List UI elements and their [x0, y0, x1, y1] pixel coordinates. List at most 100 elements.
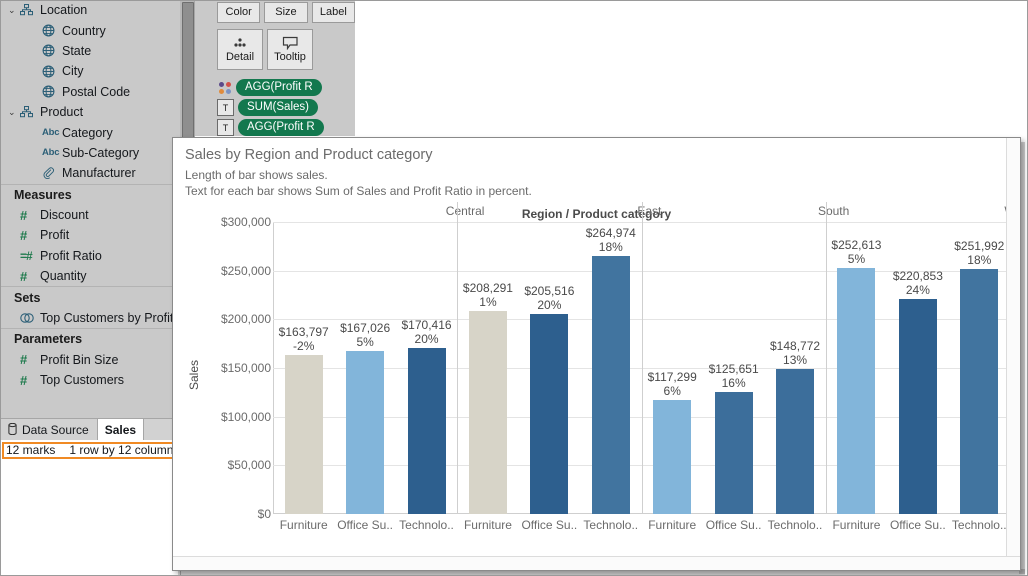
viz-subtitle-1: Length of bar shows sales. — [185, 168, 328, 182]
bar-label-sales: $125,651 — [708, 361, 759, 376]
pill-agg-profit-ratio-color[interactable]: AGG(Profit R — [236, 79, 322, 96]
tab-data-source-label: Data Source — [22, 423, 89, 437]
marks-card[interactable]: Color Size Label Detail Tooltip AGG(Prof… — [195, 0, 355, 136]
x-axis-category-label[interactable]: Furniture — [642, 518, 703, 532]
marks-size-button[interactable]: Size — [264, 2, 308, 23]
x-axis-category-label[interactable]: Technolo.. — [764, 518, 825, 532]
bar-label: $220,853 24% — [887, 269, 948, 297]
marks-detail-button[interactable]: Detail — [217, 29, 263, 70]
data-pane-item-discount[interactable]: # Discount — [0, 205, 180, 225]
data-pane-item-quantity[interactable]: # Quantity — [0, 266, 180, 286]
marks-tooltip-button[interactable]: Tooltip — [267, 29, 313, 70]
data-pane-item-sub-category[interactable]: Abc Sub-Category — [0, 143, 180, 163]
bar[interactable] — [653, 399, 692, 514]
marks-detail-label: Detail — [225, 51, 255, 63]
x-axis-category-label[interactable]: Furniture — [457, 518, 518, 532]
globe-icon — [42, 85, 62, 98]
data-pane-item-top-customers[interactable]: # Top Customers — [0, 370, 180, 390]
marks-button-row-1[interactable]: Color Size Label — [195, 0, 355, 23]
bar-label: $148,772 13% — [764, 339, 825, 367]
data-pane[interactable]: ⌄ Location Country State City Postal Code ⌄ Pro… — [0, 0, 181, 418]
worksheet-tab-bar[interactable]: Data Source Sales — [0, 418, 180, 442]
y-axis-tick-label: $300,000 — [220, 215, 271, 229]
marks-pill-text-1[interactable]: T SUM(Sales) — [195, 96, 355, 116]
data-pane-item-label: Profit — [40, 228, 70, 243]
bar[interactable] — [776, 369, 815, 514]
x-axis-category-label[interactable]: Furniture — [826, 518, 887, 532]
status-bar: 12 marks 1 row by 12 columns — [0, 440, 180, 460]
viz-title: Sales by Region and Product category — [185, 147, 433, 163]
x-axis-category-label[interactable]: Office Su.. — [887, 518, 948, 532]
globe-icon — [42, 65, 62, 78]
plot-area: CentralEastSouthWest $163,797-2% Furnitur… — [273, 202, 1020, 532]
bar[interactable] — [837, 268, 876, 514]
marks-label-label: Label — [319, 6, 347, 18]
abc-icon: Abc — [42, 127, 60, 139]
bar[interactable] — [284, 354, 323, 514]
data-pane-item-profit-ratio[interactable]: =# Profit Ratio — [0, 246, 180, 266]
group-divider — [457, 202, 459, 514]
group-header-south[interactable]: South — [742, 202, 926, 221]
pill-agg-profit-ratio-text[interactable]: AGG(Profit R — [238, 119, 324, 136]
bar[interactable] — [407, 348, 446, 514]
tab-data-source[interactable]: Data Source — [0, 419, 98, 441]
chevron-down-icon[interactable]: ⌄ — [8, 5, 20, 16]
number-icon: # — [20, 372, 28, 388]
x-axis-category-label[interactable]: Office Su.. — [334, 518, 395, 532]
bar-label: $264,974 18% — [580, 226, 641, 254]
x-axis-category-label[interactable]: Furniture — [273, 518, 334, 532]
viz-horizontal-scrollbar[interactable] — [173, 556, 1020, 570]
x-axis-category-label[interactable]: Technolo.. — [949, 518, 1010, 532]
x-axis-category-label[interactable]: Technolo.. — [580, 518, 641, 532]
data-pane-item-product[interactable]: ⌄ Product — [0, 102, 180, 122]
data-pane-item-city[interactable]: City — [0, 61, 180, 81]
data-pane-item-top-customers-by-profit[interactable]: Top Customers by Profit — [0, 308, 180, 328]
data-pane-item-location[interactable]: ⌄ Location — [0, 0, 180, 20]
bar-label: $163,797 -2% — [273, 325, 334, 353]
data-pane-item-category[interactable]: Abc Category — [0, 122, 180, 142]
y-axis-tick-label: $150,000 — [220, 361, 271, 375]
viz-vertical-scrollbar[interactable] — [1006, 138, 1020, 557]
left-lower-blank — [0, 460, 181, 576]
bar[interactable] — [714, 391, 753, 514]
bar-label-profit-ratio: 18% — [598, 240, 623, 255]
chevron-down-icon[interactable]: ⌄ — [8, 107, 20, 118]
marks-pill-text-2[interactable]: T AGG(Profit R — [195, 116, 355, 136]
tab-sheet-sales[interactable]: Sales — [97, 419, 145, 441]
marks-color-button[interactable]: Color — [217, 2, 261, 23]
data-pane-item-country[interactable]: Country — [0, 20, 180, 40]
bar[interactable] — [591, 256, 630, 514]
data-pane-tree[interactable]: ⌄ Location Country State City Postal Code ⌄ Pro… — [0, 0, 180, 184]
x-axis-category-label[interactable]: Office Su.. — [519, 518, 580, 532]
data-pane-item-profit[interactable]: # Profit — [0, 225, 180, 245]
pill-sum-sales[interactable]: SUM(Sales) — [238, 99, 318, 116]
group-header-central[interactable]: Central — [373, 202, 557, 221]
set-icon — [20, 312, 40, 324]
group-header-east[interactable]: East — [557, 202, 741, 221]
bar-label-profit-ratio: 6% — [663, 383, 681, 398]
hierarchy-icon — [20, 106, 40, 118]
marks-pill-color[interactable]: AGG(Profit R — [195, 76, 355, 96]
bar-label-profit-ratio: 24% — [905, 283, 930, 298]
data-pane-item-manufacturer[interactable]: Manufacturer — [0, 163, 180, 183]
x-axis-category-label[interactable]: Office Su.. — [703, 518, 764, 532]
hierarchy-icon — [20, 4, 40, 16]
bar-label: $170,416 20% — [396, 318, 457, 346]
bar[interactable] — [468, 311, 507, 514]
data-pane-item-label: Country — [62, 23, 106, 38]
marks-label-button[interactable]: Label — [311, 2, 355, 23]
data-pane-sections[interactable]: Measures # Discount # Profit =# Profit Ratio # Q… — [0, 183, 180, 391]
data-pane-item-state[interactable]: State — [0, 41, 180, 61]
bar[interactable] — [346, 351, 385, 514]
bar[interactable] — [530, 313, 569, 514]
paperclip-icon — [42, 167, 62, 180]
x-axis-category-label[interactable]: Technolo.. — [396, 518, 457, 532]
data-pane-item-profit-bin-size[interactable]: # Profit Bin Size — [0, 350, 180, 370]
marks-button-row-2[interactable]: Detail Tooltip — [195, 27, 355, 70]
data-pane-item-postal-code[interactable]: Postal Code — [0, 82, 180, 102]
bar[interactable] — [960, 268, 999, 514]
text-icon: T — [217, 99, 234, 116]
bar-label: $205,516 20% — [519, 284, 580, 312]
bar[interactable] — [898, 299, 937, 514]
data-pane-item-label: Quantity — [40, 269, 87, 284]
